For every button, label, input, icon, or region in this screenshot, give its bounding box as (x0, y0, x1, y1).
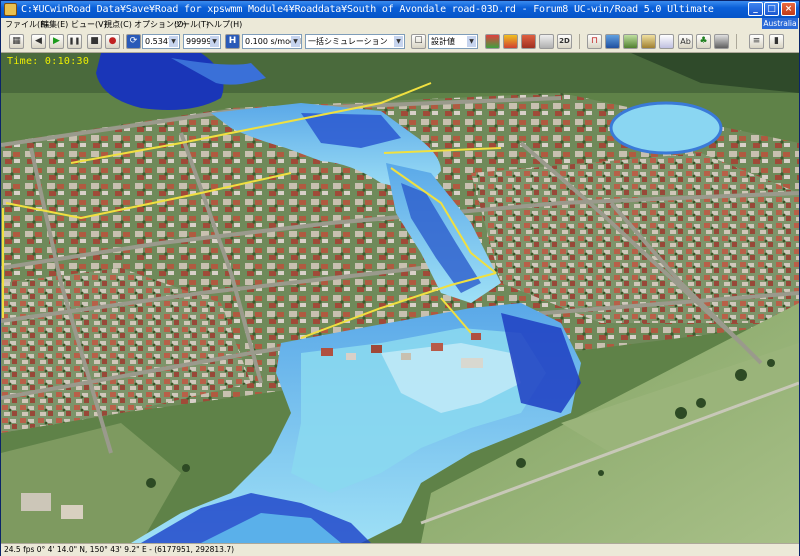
simulation-mode-value: 一括シミュレーション (308, 37, 388, 46)
speed-icon[interactable]: ⟳ (126, 34, 141, 49)
grid-icon[interactable]: ▦ (9, 34, 24, 49)
height-button[interactable]: H (225, 34, 240, 49)
chevron-down-icon[interactable]: ▼ (210, 36, 219, 47)
chevron-down-icon[interactable]: ▼ (394, 36, 403, 47)
model-icon[interactable] (539, 34, 554, 49)
toolbar: ▦ ◀ ▶ ❚❚ ■ ● ⟳ 0.5347 ▼ 99999. ▼ H 0.100… (1, 31, 799, 53)
terrain-icon[interactable] (605, 34, 620, 49)
chevron-down-icon[interactable]: ▼ (169, 36, 178, 47)
status-bar: 24.5 fps 0° 4' 14.0" N, 150° 43' 9.2" E … (1, 543, 799, 556)
play-button[interactable]: ▶ (49, 34, 64, 49)
simulation-time-label: Time: 0:10:30 (7, 56, 90, 67)
pause-button[interactable]: ❚❚ (67, 34, 82, 49)
display-mode-value: 設計値 (431, 37, 455, 46)
vehicle-icon[interactable] (503, 34, 518, 49)
3d-viewport[interactable] (1, 53, 799, 543)
camera-icon[interactable] (659, 34, 674, 49)
chart-icon[interactable]: ▮ (769, 34, 784, 49)
traffic-icon[interactable] (485, 34, 500, 49)
menu-help[interactable]: ヘルプ(H) (206, 19, 242, 30)
building (61, 505, 83, 519)
toolbar-separator (736, 34, 737, 49)
simulation-mode-select[interactable]: 一括シミュレーション ▼ (305, 34, 405, 49)
application-window: C:¥UCwinRoad Data¥Save¥Road for xpswmm M… (0, 0, 800, 556)
screen-icon[interactable] (714, 34, 729, 49)
maximize-button[interactable]: □ (764, 2, 779, 16)
step-field[interactable]: 0.100 s/model ▼ (242, 34, 302, 49)
display-mode-icon[interactable]: ☐ (411, 34, 426, 49)
menu-bar: ファイル(F) 編集(E) ビュー(V) 視点(C) オプション(O) ツール(… (1, 18, 799, 31)
title-bar[interactable]: C:¥UCwinRoad Data¥Save¥Road for xpswmm M… (1, 1, 799, 18)
region-badge: Australia (762, 18, 798, 29)
grass-icon[interactable] (623, 34, 638, 49)
stop-button[interactable]: ■ (87, 34, 102, 49)
menu-tools[interactable]: ツール(T) (174, 19, 209, 30)
flood-simulation-scene (1, 53, 799, 543)
pond (609, 101, 723, 155)
close-button[interactable]: × (781, 2, 796, 16)
display-mode-select[interactable]: 設計値 ▼ (428, 34, 478, 49)
speed-field[interactable]: 0.5347 ▼ (142, 34, 180, 49)
minimize-button[interactable]: _ (748, 2, 763, 16)
tree-icon[interactable]: ♣ (696, 34, 711, 49)
record-button[interactable]: ● (105, 34, 120, 49)
toolbar-separator (579, 34, 580, 49)
menu-viewpoint[interactable]: 視点(C) (104, 19, 132, 30)
window-title: C:¥UCwinRoad Data¥Save¥Road for xpswmm M… (21, 4, 714, 15)
prev-button[interactable]: ◀ (31, 34, 46, 49)
app-icon (4, 3, 17, 16)
chevron-down-icon[interactable]: ▼ (467, 36, 476, 47)
chevron-down-icon[interactable]: ▼ (291, 36, 300, 47)
toolbar-separator (123, 34, 124, 49)
view-2d-button[interactable]: 2D (557, 34, 572, 49)
building (21, 493, 51, 511)
menu-view[interactable]: ビュー(V) (71, 19, 107, 30)
text-icon[interactable]: Ab (678, 34, 693, 49)
road-icon[interactable]: ⊓ (587, 34, 602, 49)
frame-field[interactable]: 99999. ▼ (183, 34, 221, 49)
signal-icon[interactable] (521, 34, 536, 49)
building-icon[interactable] (641, 34, 656, 49)
menu-edit[interactable]: 編集(E) (41, 19, 68, 30)
status-text: 24.5 fps 0° 4' 14.0" N, 150° 43' 9.2" E … (4, 545, 235, 554)
list-icon[interactable]: ≡ (749, 34, 764, 49)
